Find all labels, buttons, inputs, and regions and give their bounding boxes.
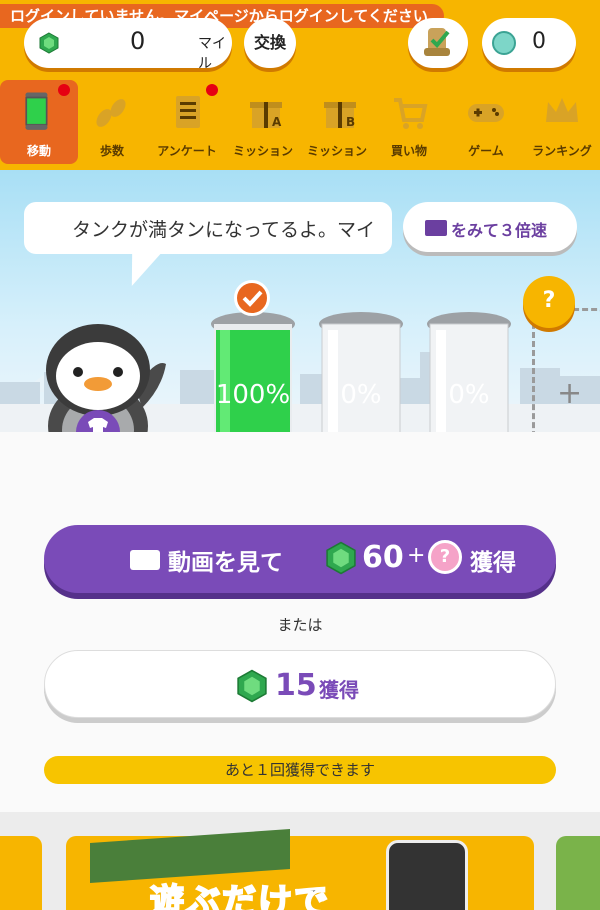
crown-icon [546,98,578,122]
gamepad-icon [468,104,504,122]
nav-label: 移動 [26,144,51,158]
earn-button[interactable]: 15 獲得 [44,650,556,718]
notification-dot [58,84,70,96]
earn-amount: 15 [275,668,317,703]
watch-amount: 60 [362,540,404,575]
svg-text:A: A [272,115,282,129]
gem-icon [326,541,356,575]
speech-bubble: タンクが満タンになってるよ。マイ [24,202,392,254]
nav-label: ミッション [306,144,367,158]
nav-item-steps[interactable]: 歩数 [78,80,146,164]
gift-a-icon: A [250,102,282,129]
triple-speed-button[interactable]: をみて３倍速 [403,202,577,252]
miles-balance: 0 マイル [24,18,232,72]
earn-suffix: 獲得 [319,678,359,702]
banner-card-next[interactable] [556,836,600,910]
speech-text: タンクが満タンになってるよ。マイ [72,219,376,241]
nav-item-game[interactable]: ゲーム [448,80,524,164]
nav-label: 歩数 [99,144,124,158]
nav-item-mission-a[interactable]: A ミッション [226,80,300,164]
miles-value: 0 [130,27,146,55]
nav-label: ランキング [532,144,592,158]
phone-image [386,840,468,910]
gift-b-icon: B [324,102,356,129]
watch-label: 動画を見て [168,550,283,576]
nav-label: ミッション [232,144,293,158]
banner-card-prev[interactable] [0,836,42,910]
tank-percent: 0% [448,380,490,410]
coin-balance: 0 [482,18,576,68]
tank-percent: 0% [340,380,382,410]
plus-icon: + [557,376,583,411]
cart-icon [394,98,428,129]
gem-icon [39,32,59,54]
footsteps-icon [96,99,126,127]
seat-check-icon [424,28,450,56]
watch-plus: + [407,543,426,568]
watch-video-button[interactable]: 動画を見て 60 + ? 獲得 [44,525,556,593]
tank-percent: 100% [215,380,291,410]
tank-icon [25,92,48,130]
watch-suffix: 獲得 [470,550,516,576]
exchange-button[interactable]: 交換 [244,18,296,68]
coin-value: 0 [532,29,546,54]
remaining-count: あと１回獲得できます [44,756,556,784]
banner-title: 遊ぶだけで [149,881,330,910]
nav-label: ゲーム [468,144,504,158]
nav-item-mission-b[interactable]: B ミッション [300,80,374,164]
mystery-badge[interactable]: ? [523,276,575,328]
nav-label: アンケート [157,144,217,158]
nav-label: 買い物 [390,144,427,158]
banner-card[interactable]: 遊ぶだけで [66,829,534,910]
mystery-icon: ? [428,540,462,574]
svg-text:B: B [346,115,355,129]
survey-icon [176,96,200,128]
video-icon [130,550,160,570]
triple-speed-label: をみて３倍速 [451,221,548,240]
main-nav: 移動 歩数 アンケート A ミッション B ミッション 買い物 ゲーム ランキン… [0,80,600,166]
video-icon [425,220,447,236]
notification-dot [206,84,218,96]
banner-carousel: 遊ぶだけで [0,812,600,910]
coin-icon [492,31,516,55]
miles-unit: マイル [198,36,226,72]
or-text: または [277,616,323,634]
seat-button[interactable] [408,18,468,68]
nav-item-ranking[interactable]: ランキング [524,80,600,164]
check-icon [234,280,270,316]
nav-item-shopping[interactable]: 買い物 [374,80,444,164]
gem-icon [237,669,267,703]
